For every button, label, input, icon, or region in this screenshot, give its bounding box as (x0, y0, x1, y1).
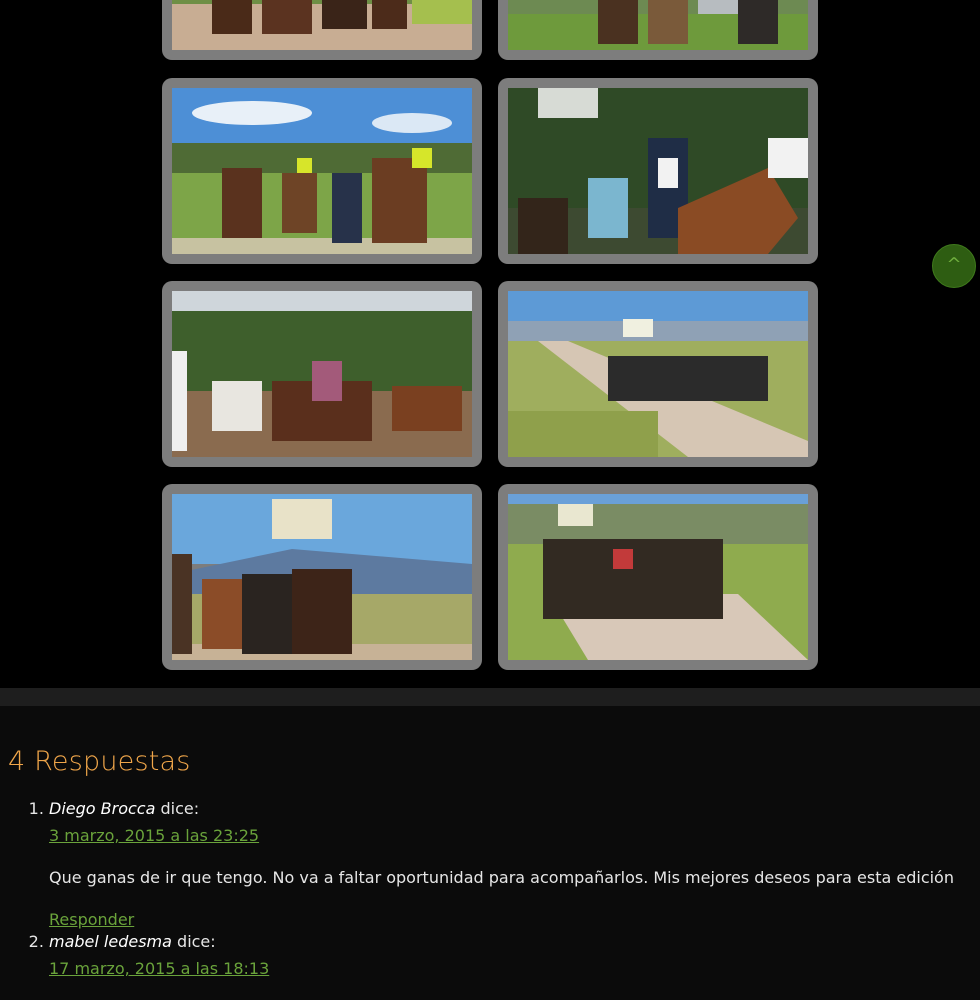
gallery-thumb[interactable] (498, 0, 818, 60)
comment-author: mabel ledesma (49, 932, 172, 951)
comment-item: mabel ledesma dice: 17 marzo, 2015 a las… (49, 931, 979, 980)
comment-says: dice: (160, 799, 200, 818)
comment-date-link[interactable]: 3 marzo, 2015 a las 23:25 (49, 825, 259, 847)
photo-riders-with-car-top-right[interactable] (508, 0, 808, 50)
photo-riders-carrying-flag-mountains[interactable] (172, 494, 472, 660)
photo-riders-dirt-road-top-left[interactable] (172, 0, 472, 50)
gallery-thumb[interactable] (498, 484, 818, 670)
gallery-thumb[interactable] (162, 281, 482, 467)
comment-item: Diego Brocca dice: 3 marzo, 2015 a las 2… (49, 798, 979, 931)
photo-cavalcade-on-road-with-flag[interactable] (508, 291, 808, 457)
gallery-thumb[interactable] (162, 78, 482, 264)
section-divider (0, 688, 980, 706)
reply-link[interactable]: Responder (49, 910, 134, 929)
gallery-thumb[interactable] (162, 0, 482, 60)
comment-list: Diego Brocca dice: 3 marzo, 2015 a las 2… (0, 798, 979, 980)
photo-gallery: ^ (0, 0, 980, 688)
photo-riders-with-vests-and-flags[interactable] (172, 88, 472, 254)
comments-section: 4 Respuestas Diego Brocca dice: 3 marzo,… (0, 706, 980, 1000)
comment-date-link[interactable]: 17 marzo, 2015 a las 18:13 (49, 958, 269, 980)
gallery-thumb[interactable] (498, 281, 818, 467)
comment-author: Diego Brocca (49, 799, 156, 818)
photo-woman-on-brown-horse[interactable] (508, 88, 808, 254)
comments-title: 4 Respuestas (8, 746, 191, 777)
comment-says: dice: (177, 932, 216, 951)
photo-riders-in-yard[interactable] (172, 291, 472, 457)
photo-cavalcade-approaching-on-road[interactable] (508, 494, 808, 660)
gallery-thumb[interactable] (162, 484, 482, 670)
gallery-thumb[interactable] (498, 78, 818, 264)
scroll-to-top-button[interactable]: ^ (932, 244, 976, 288)
comment-text: Que ganas de ir que tengo. No va a falta… (49, 868, 954, 887)
